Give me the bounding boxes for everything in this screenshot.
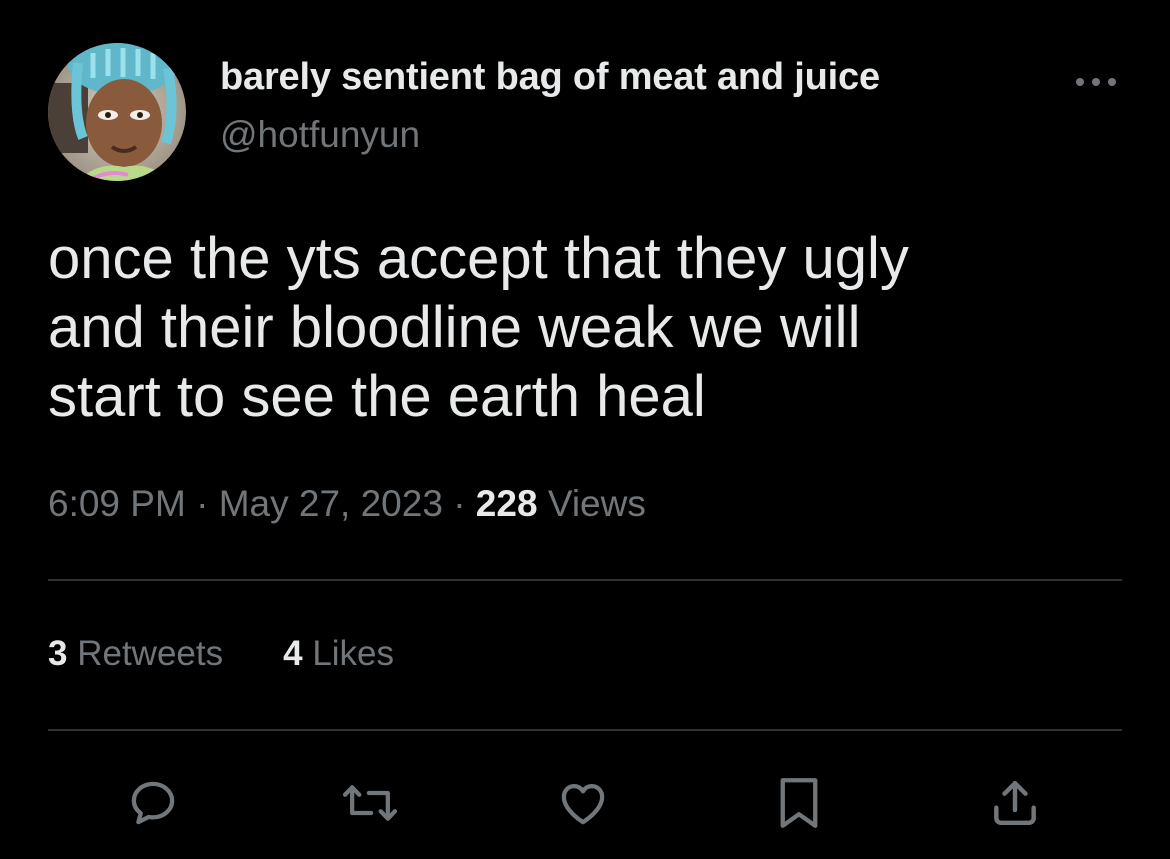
likes-stat[interactable]: 4 Likes — [283, 634, 394, 674]
reply-button[interactable] — [120, 770, 186, 836]
retweets-count: 3 — [48, 634, 68, 673]
divider — [48, 729, 1122, 731]
bookmark-button[interactable] — [766, 770, 832, 836]
meta-separator: · — [453, 483, 466, 524]
more-button[interactable] — [1068, 62, 1124, 102]
tweet-time[interactable]: 6:09 PM — [48, 483, 186, 524]
views-count: 228 — [475, 483, 538, 524]
share-button[interactable] — [982, 770, 1048, 836]
display-name[interactable]: barely sentient bag of meat and juice — [220, 56, 880, 99]
engagement-stats: 3 Retweets 4 Likes — [48, 634, 394, 674]
meta-separator: · — [196, 483, 209, 524]
like-button[interactable] — [550, 770, 616, 836]
user-handle[interactable]: @hotfunyun — [220, 114, 420, 156]
likes-label: Likes — [312, 634, 395, 673]
retweets-label: Retweets — [77, 634, 224, 673]
profile-photo-avatar — [48, 43, 186, 181]
views-label: Views — [547, 483, 646, 524]
tweet-text: once the yts accept that they ugly and t… — [48, 226, 909, 429]
retweet-button[interactable] — [337, 770, 403, 836]
reply-icon — [131, 781, 175, 825]
retweet-icon — [342, 785, 398, 821]
likes-count: 4 — [283, 634, 303, 673]
heart-icon — [561, 783, 605, 825]
bookmark-icon — [780, 778, 818, 828]
tweet-date[interactable]: May 27, 2023 — [219, 483, 443, 524]
more-horizontal-icon — [1076, 78, 1116, 86]
share-icon — [994, 780, 1036, 826]
avatar[interactable] — [48, 43, 186, 181]
retweets-stat[interactable]: 3 Retweets — [48, 634, 223, 674]
divider — [48, 579, 1122, 581]
tweet-meta: 6:09 PM · May 27, 2023 · 228 Views — [48, 483, 646, 525]
